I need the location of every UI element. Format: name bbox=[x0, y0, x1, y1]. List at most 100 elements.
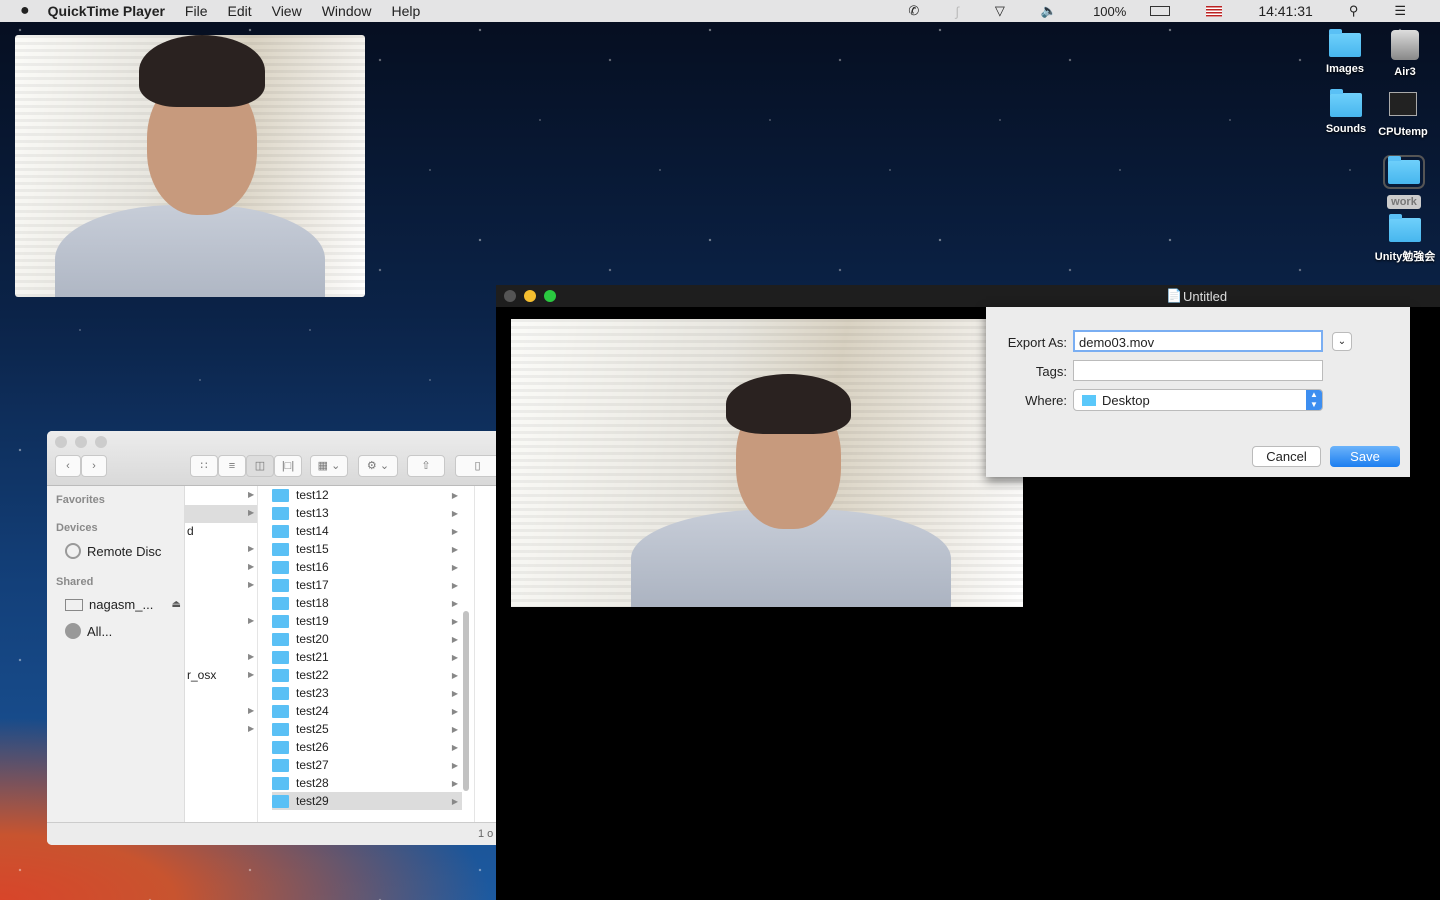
folder-row[interactable]: test28 ▶ bbox=[272, 774, 462, 792]
apple-menu-icon[interactable]: ● bbox=[20, 2, 30, 20]
menu-view[interactable]: View bbox=[272, 3, 302, 19]
folder-name: test22 bbox=[296, 668, 329, 682]
column-view-button[interactable]: ◫ bbox=[246, 455, 274, 477]
tags-input[interactable] bbox=[1073, 360, 1323, 381]
folder-row[interactable]: test22 ▶ bbox=[272, 666, 462, 684]
folder-row[interactable]: test27 ▶ bbox=[272, 756, 462, 774]
desktop-icon-images[interactable]: Images bbox=[1313, 29, 1377, 75]
menu-edit[interactable]: Edit bbox=[227, 3, 251, 19]
folder-row[interactable]: test18 ▶ bbox=[272, 594, 462, 612]
webcam-preview[interactable] bbox=[15, 35, 365, 297]
minimize-button[interactable] bbox=[75, 436, 87, 448]
tags-button[interactable]: ▯ bbox=[455, 455, 496, 477]
folder-name: test13 bbox=[296, 506, 329, 520]
column-divider[interactable] bbox=[474, 486, 475, 822]
folder-name: test18 bbox=[296, 596, 329, 610]
minimize-button[interactable] bbox=[524, 290, 536, 302]
sidebar-item-remote-disc[interactable]: Remote Disc bbox=[65, 543, 161, 559]
movie-frame[interactable] bbox=[511, 319, 1023, 607]
folder-icon bbox=[1082, 394, 1096, 406]
desktop-icon-cputemp[interactable]: CPUtemp bbox=[1371, 92, 1435, 138]
folder-row[interactable]: test26 ▶ bbox=[272, 738, 462, 756]
zoom-button[interactable] bbox=[544, 290, 556, 302]
column1-selected-row[interactable] bbox=[185, 505, 257, 523]
input-flag-icon[interactable] bbox=[1206, 5, 1223, 17]
folder-name: test19 bbox=[296, 614, 329, 628]
sidebar-item-all[interactable]: All... bbox=[65, 623, 112, 639]
eject-icon[interactable]: ⏏ bbox=[172, 599, 181, 610]
disclosure-arrow-icon: ▶ bbox=[451, 508, 458, 518]
sidebar-item-nagasm[interactable]: nagasm_... ⏏ bbox=[65, 597, 181, 612]
column1-item[interactable]: r_osx bbox=[187, 668, 216, 682]
folder-row[interactable]: test29 ▶ bbox=[272, 792, 462, 810]
folder-row[interactable]: test15 ▶ bbox=[272, 540, 462, 558]
menu-window[interactable]: Window bbox=[322, 3, 372, 19]
disclosure-arrow-icon: ▶ bbox=[248, 508, 255, 517]
where-label: Where: bbox=[1025, 393, 1067, 408]
folder-row[interactable]: test16 ▶ bbox=[272, 558, 462, 576]
status-text: 1 o bbox=[478, 828, 494, 840]
disclosure-arrow-icon: ▶ bbox=[248, 562, 255, 571]
folder-icon bbox=[1330, 89, 1362, 117]
wifi-icon[interactable]: ▽ bbox=[995, 3, 1005, 19]
column1-item[interactable]: d bbox=[187, 524, 194, 538]
menu-file[interactable]: File bbox=[185, 3, 208, 19]
folder-icon bbox=[272, 614, 289, 628]
forward-button[interactable]: › bbox=[81, 455, 107, 477]
folder-row[interactable]: test12 ▶ bbox=[272, 486, 462, 504]
desktop-icon-sounds[interactable]: Sounds bbox=[1314, 89, 1378, 135]
cancel-button[interactable]: Cancel bbox=[1252, 446, 1321, 467]
finder-window: ‹ › ∷ ≡ ◫ |□| ▦ ⌄ ⚙ ⌄ ⇧ ▯ Favorites Devi… bbox=[47, 431, 496, 845]
disclosure-arrow-icon: ▶ bbox=[248, 580, 255, 589]
clock[interactable]: 14:41:31 bbox=[1258, 3, 1313, 19]
folder-row[interactable]: test13 ▶ bbox=[272, 504, 462, 522]
folder-row[interactable]: test25 ▶ bbox=[272, 720, 462, 738]
folder-icon bbox=[272, 524, 289, 538]
column2-scrollbar[interactable] bbox=[463, 611, 469, 791]
close-button[interactable] bbox=[504, 290, 516, 302]
arrange-button[interactable]: ▦ ⌄ bbox=[310, 455, 348, 477]
close-button[interactable] bbox=[55, 436, 67, 448]
disclosure-arrow-icon: ▶ bbox=[248, 544, 255, 553]
folder-name: test12 bbox=[296, 488, 329, 502]
desktop-icon-air3[interactable]: Air3 bbox=[1373, 30, 1437, 78]
list-view-button[interactable]: ≡ bbox=[218, 455, 246, 477]
icon-label: Unity勉強会 bbox=[1374, 251, 1436, 263]
disclosure-arrow-icon: ▶ bbox=[248, 670, 255, 679]
zoom-button[interactable] bbox=[95, 436, 107, 448]
folder-row[interactable]: test14 ▶ bbox=[272, 522, 462, 540]
cover-flow-button[interactable]: |□| bbox=[274, 455, 302, 477]
battery-percent[interactable]: 100% bbox=[1093, 4, 1126, 19]
back-button[interactable]: ‹ bbox=[55, 455, 81, 477]
folder-icon bbox=[272, 506, 289, 520]
action-gear-button[interactable]: ⚙ ⌄ bbox=[358, 455, 398, 477]
desktop-icon-work[interactable]: work bbox=[1372, 152, 1436, 209]
folder-row[interactable]: test19 ▶ bbox=[272, 612, 462, 630]
bluetooth-icon[interactable]: ∫ bbox=[955, 4, 959, 19]
volume-icon[interactable]: 🔈 bbox=[1041, 3, 1057, 19]
select-arrows-icon: ▲ ▼ bbox=[1306, 390, 1322, 410]
menu-help[interactable]: Help bbox=[392, 3, 421, 19]
folder-row[interactable]: test17 ▶ bbox=[272, 576, 462, 594]
share-button[interactable]: ⇧ bbox=[407, 455, 445, 477]
folder-row[interactable]: test21 ▶ bbox=[272, 648, 462, 666]
notification-center-icon[interactable]: ☰ bbox=[1394, 3, 1406, 19]
where-select[interactable]: Desktop ▲ ▼ bbox=[1073, 389, 1323, 411]
folder-row[interactable]: test20 ▶ bbox=[272, 630, 462, 648]
column-divider[interactable] bbox=[257, 486, 258, 822]
save-button[interactable]: Save bbox=[1330, 446, 1400, 467]
desktop-icon-unity[interactable]: Unity勉強会 bbox=[1372, 214, 1438, 264]
phone-icon[interactable]: ✆ bbox=[908, 3, 919, 19]
sidebar-item-label: nagasm_... bbox=[89, 597, 154, 612]
folder-icon bbox=[272, 650, 289, 664]
folder-row[interactable]: test24 ▶ bbox=[272, 702, 462, 720]
battery-icon[interactable] bbox=[1150, 6, 1171, 16]
folder-icon bbox=[272, 704, 289, 718]
folder-icon bbox=[1329, 29, 1361, 57]
icon-view-button[interactable]: ∷ bbox=[190, 455, 218, 477]
folder-row[interactable]: test23 ▶ bbox=[272, 684, 462, 702]
spotlight-icon[interactable]: ⚲ bbox=[1349, 3, 1359, 19]
expand-dialog-button[interactable]: ⌄ bbox=[1332, 332, 1352, 351]
export-filename-input[interactable]: demo03.mov bbox=[1073, 330, 1323, 352]
menu-app-name[interactable]: QuickTime Player bbox=[48, 3, 165, 19]
